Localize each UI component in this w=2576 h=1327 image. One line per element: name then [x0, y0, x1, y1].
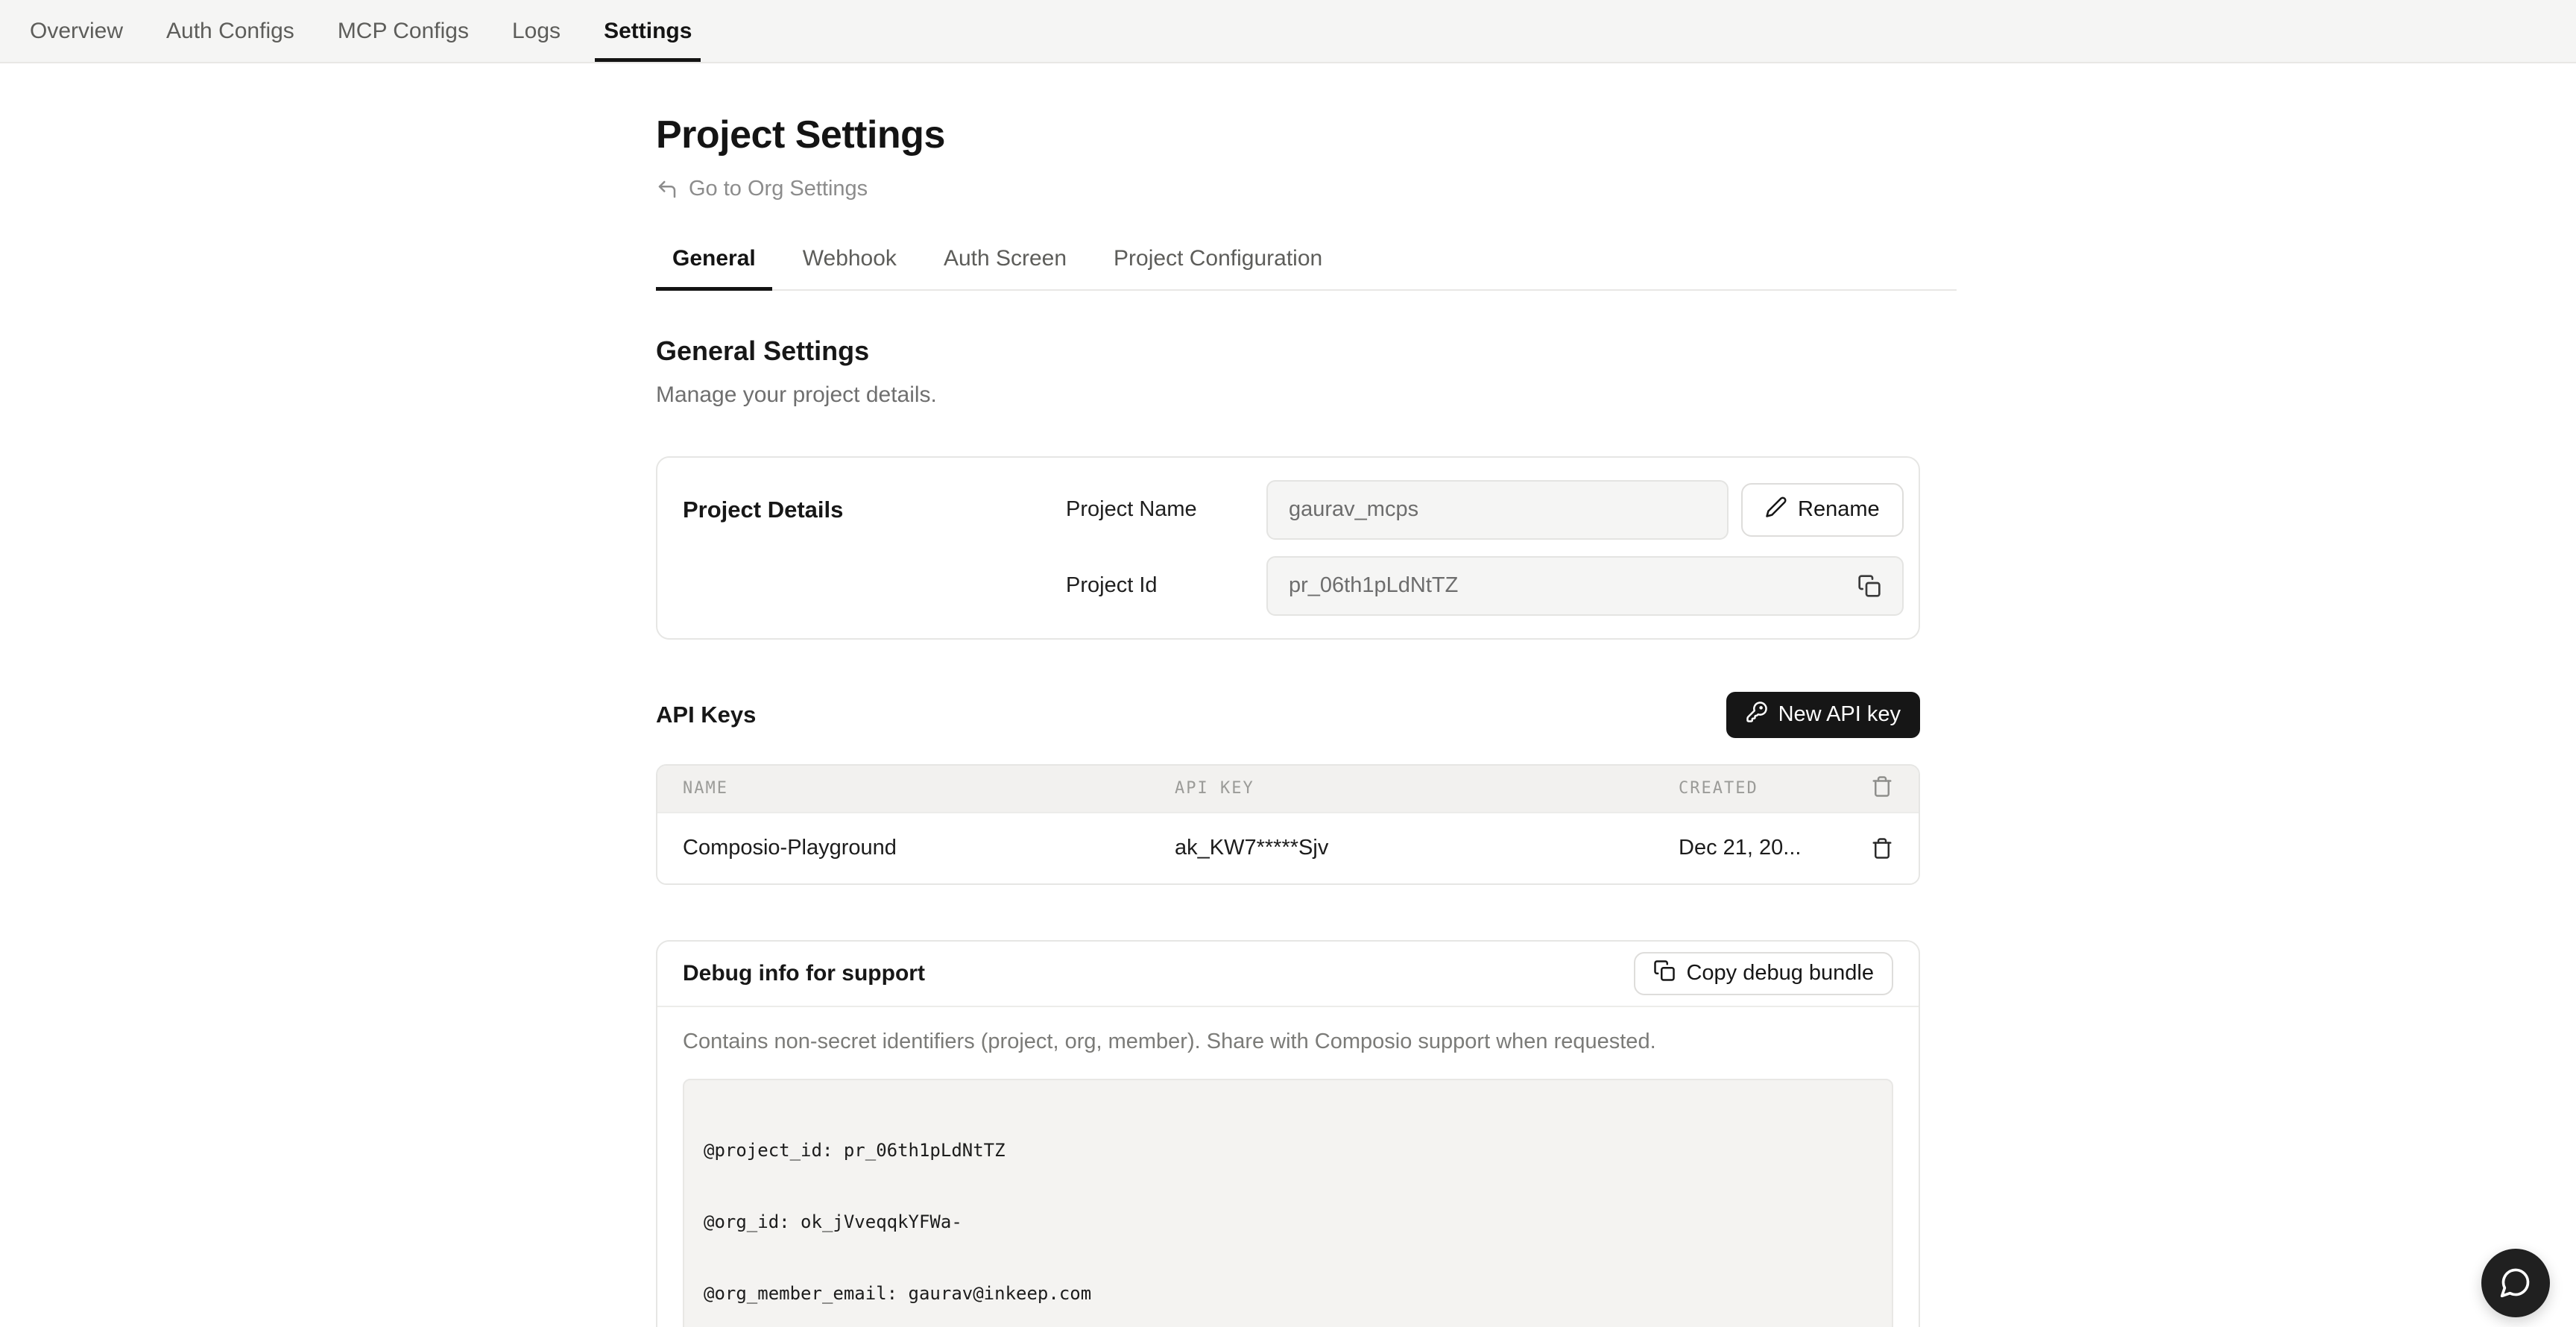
debug-info-card: Debug info for support Copy debug bundle…: [656, 940, 1920, 1327]
code-line: @project_id: pr_06th1pLdNtTZ: [704, 1138, 1872, 1162]
copy-project-id-icon[interactable]: [1857, 574, 1881, 598]
col-header-name: NAME: [683, 779, 1175, 798]
page-title: Project Settings: [656, 111, 2576, 159]
debug-card-body: Contains non-secret identifiers (project…: [657, 1007, 1919, 1327]
support-chat-button[interactable]: [2481, 1249, 2550, 1317]
code-line: @org_id: ok_jVveqqkYFWa-: [704, 1210, 1872, 1234]
col-header-api-key: API KEY: [1175, 779, 1679, 798]
project-id-value: pr_06th1pLdNtTZ: [1289, 573, 1458, 598]
project-top-nav: Overview Auth Configs MCP Configs Logs S…: [0, 0, 2576, 63]
code-line: @org_member_email: gaurav@inkeep.com: [704, 1282, 1872, 1305]
project-details-heading: Project Details: [683, 480, 1066, 616]
settings-tabs: General Webhook Auth Screen Project Conf…: [656, 246, 1957, 291]
debug-description: Contains non-secret identifiers (project…: [683, 1027, 1893, 1056]
new-api-key-button[interactable]: New API key: [1726, 692, 1920, 738]
api-key-value-cell: ak_KW7*****Sjv: [1175, 836, 1679, 860]
tab-webhook[interactable]: Webhook: [786, 246, 913, 289]
general-settings-heading: General Settings: [656, 334, 1920, 368]
project-name-input[interactable]: gaurav_mcps: [1266, 480, 1729, 540]
api-keys-heading: API Keys: [656, 702, 756, 728]
api-keys-table-header: NAME API KEY CREATED: [657, 766, 1919, 812]
message-bubble-icon: [2499, 1266, 2532, 1301]
debug-card-header: Debug info for support Copy debug bundle: [657, 942, 1919, 1007]
copy-icon: [1653, 959, 1676, 988]
key-icon: [1746, 701, 1768, 729]
api-key-name-cell: Composio-Playground: [683, 836, 1175, 860]
project-id-label: Project Id: [1066, 573, 1266, 598]
tab-auth-screen[interactable]: Auth Screen: [927, 246, 1083, 289]
project-details-card: Project Details Project Name gaurav_mcps…: [656, 456, 1920, 640]
header-trash-icon: [1871, 775, 1893, 802]
tab-general[interactable]: General: [656, 246, 772, 289]
pencil-icon: [1765, 496, 1787, 524]
nav-item-mcp-configs[interactable]: MCP Configs: [338, 0, 469, 62]
api-keys-header: API Keys New API key: [656, 692, 1920, 738]
delete-api-key-icon[interactable]: [1871, 837, 1893, 860]
settings-page: Project Settings Go to Org Settings Gene…: [0, 111, 2576, 1327]
project-name-row: Project Name gaurav_mcps Rename: [1066, 480, 1904, 540]
project-id-input[interactable]: pr_06th1pLdNtTZ: [1266, 556, 1904, 616]
nav-item-overview[interactable]: Overview: [30, 0, 123, 62]
api-key-created-cell: Dec 21, 20...: [1679, 836, 1852, 860]
nav-item-logs[interactable]: Logs: [512, 0, 561, 62]
api-key-table-row: Composio-Playground ak_KW7*****Sjv Dec 2…: [657, 812, 1919, 883]
general-settings-subheading: Manage your project details.: [656, 380, 1920, 410]
corner-up-left-icon: [656, 178, 678, 201]
debug-bundle-code-block: @project_id: pr_06th1pLdNtTZ @org_id: ok…: [683, 1079, 1893, 1327]
col-header-created: CREATED: [1679, 779, 1852, 798]
tab-project-configuration[interactable]: Project Configuration: [1097, 246, 1339, 289]
nav-item-auth-configs[interactable]: Auth Configs: [166, 0, 294, 62]
debug-info-heading: Debug info for support: [683, 961, 925, 986]
project-name-label: Project Name: [1066, 497, 1266, 522]
nav-item-settings[interactable]: Settings: [604, 0, 692, 62]
copy-debug-bundle-button[interactable]: Copy debug bundle: [1634, 952, 1893, 995]
go-to-org-settings-label: Go to Org Settings: [689, 177, 868, 201]
go-to-org-settings-link[interactable]: Go to Org Settings: [656, 177, 868, 201]
project-id-row: Project Id pr_06th1pLdNtTZ: [1066, 556, 1904, 616]
api-keys-table: NAME API KEY CREATED Composio-Playground…: [656, 764, 1920, 885]
rename-button[interactable]: Rename: [1741, 483, 1904, 537]
